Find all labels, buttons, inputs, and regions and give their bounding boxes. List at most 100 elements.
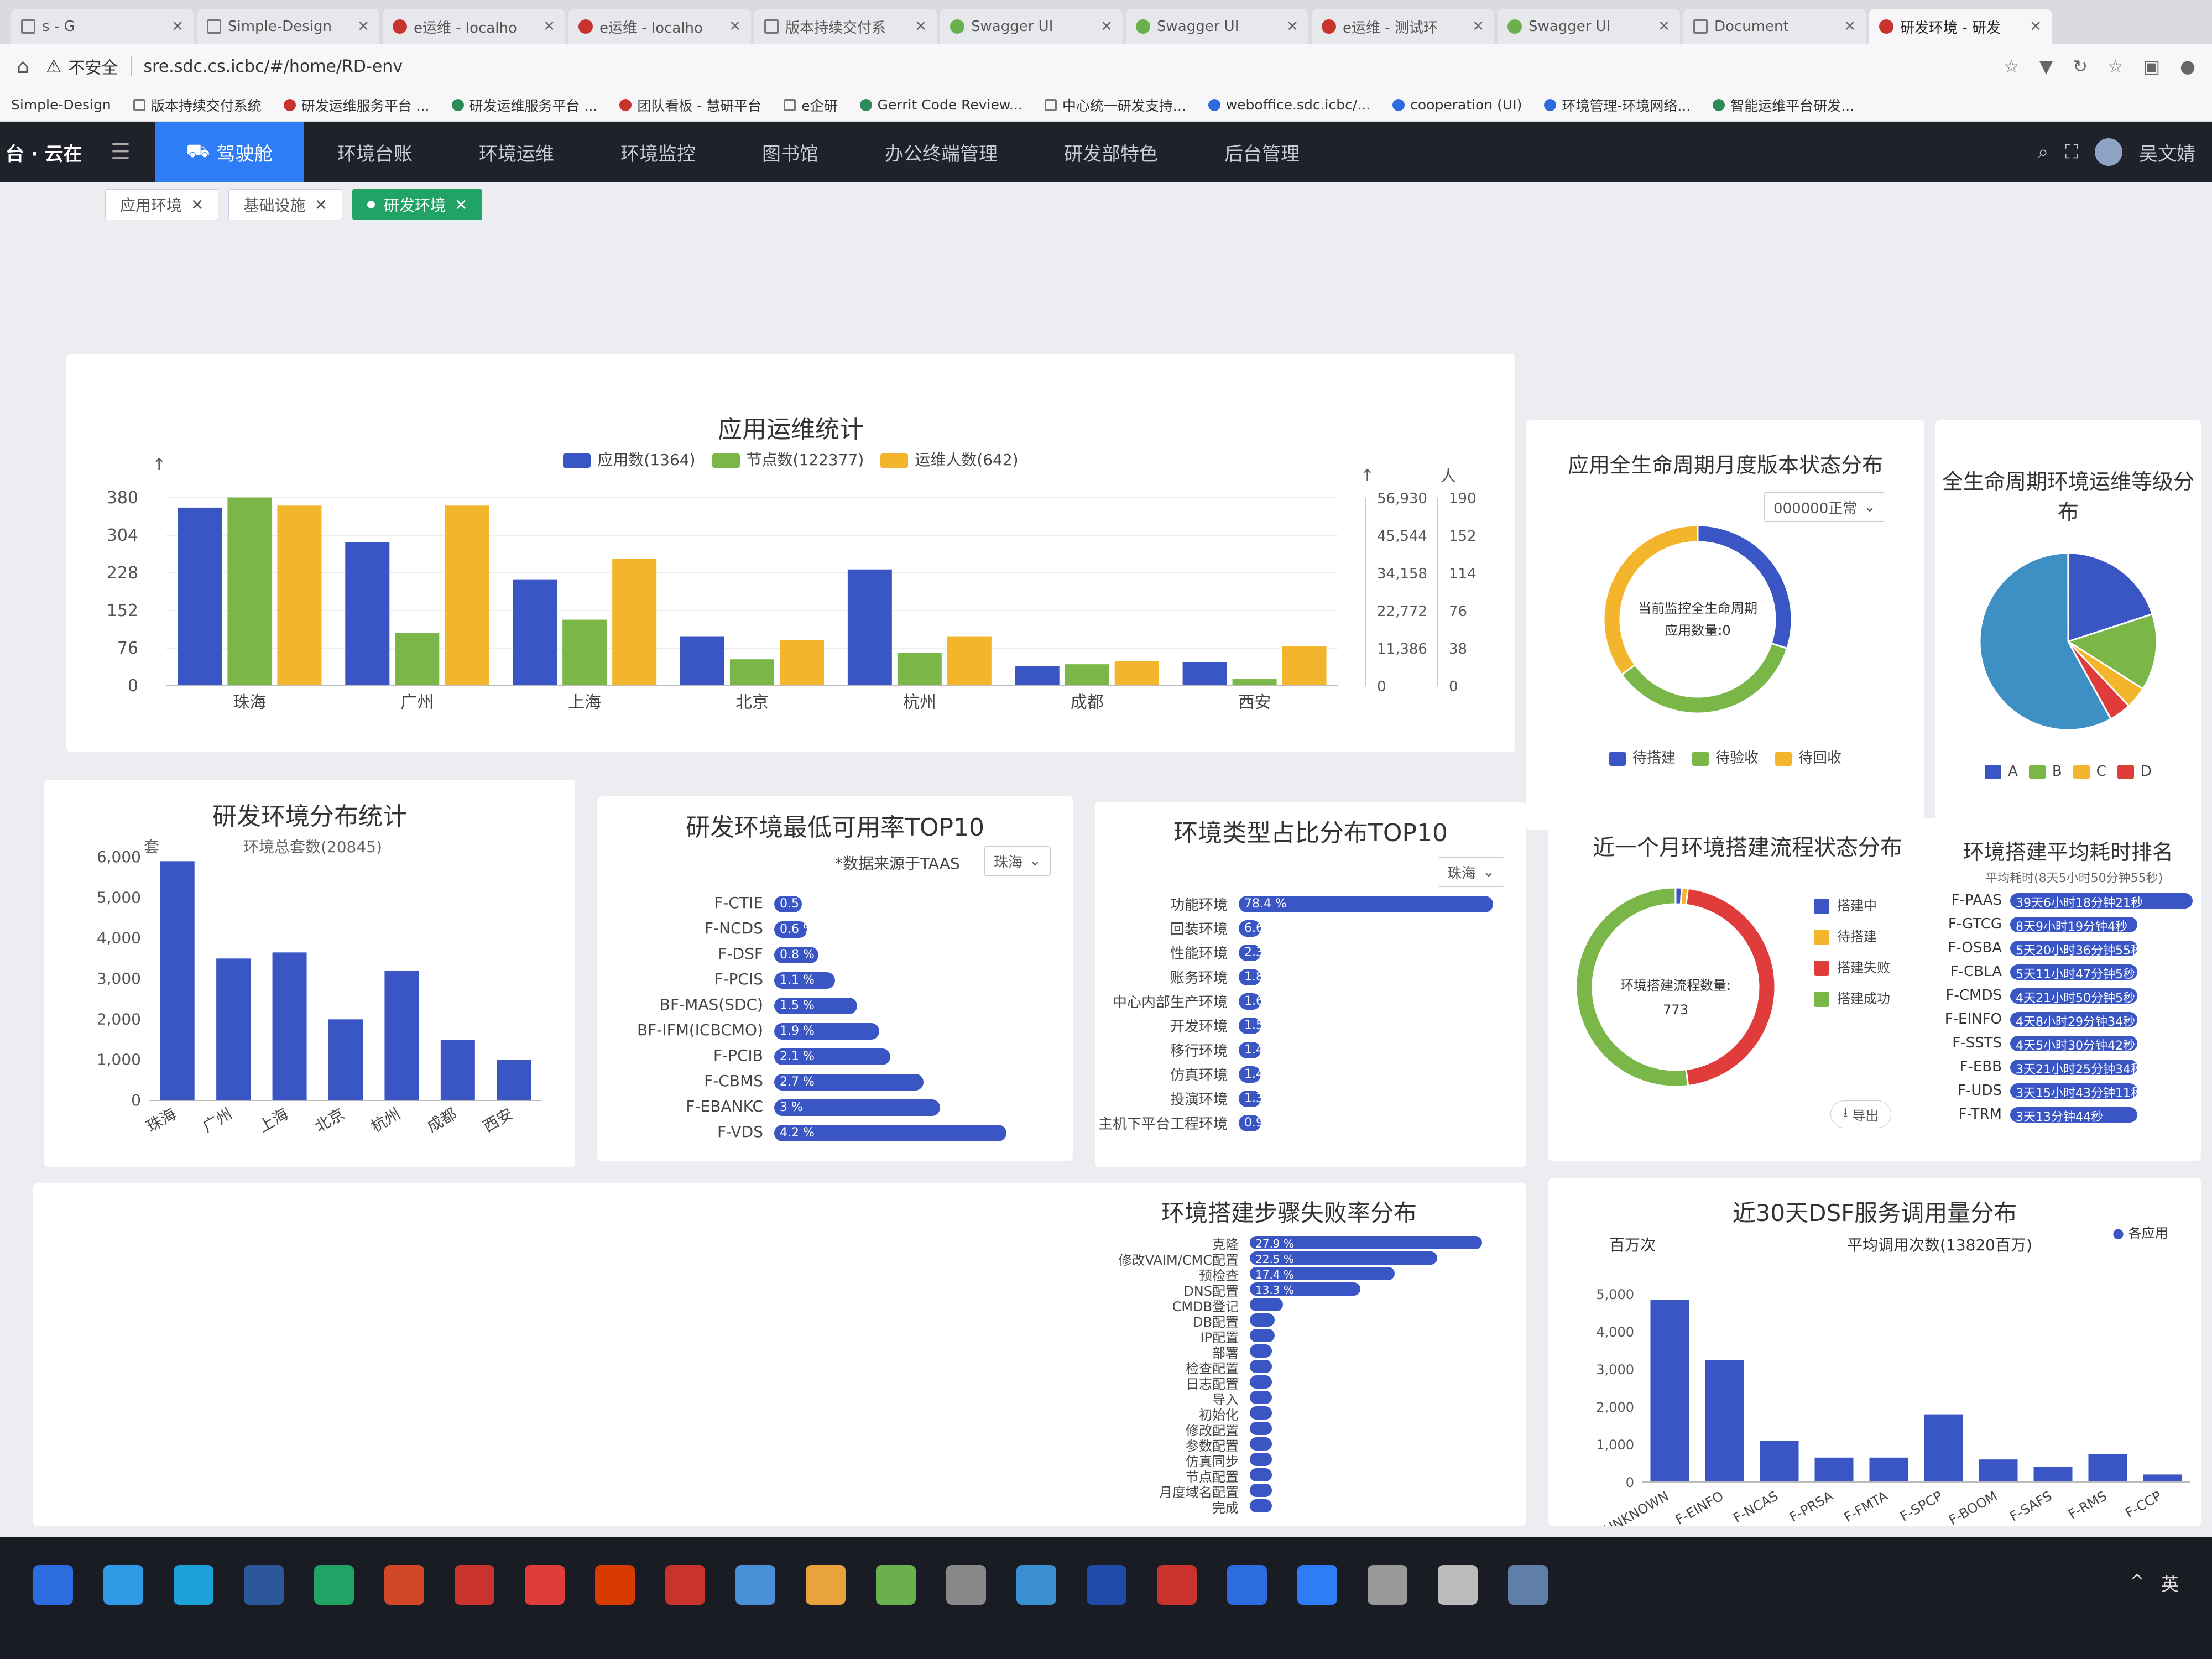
bookmark-item[interactable]: 研发运维服务平台 ... [283, 95, 430, 115]
taskbar-app-icon[interactable] [1087, 1565, 1126, 1605]
legend-item[interactable]: C [2073, 763, 2106, 780]
bar[interactable] [272, 952, 307, 1100]
taskbar-app-icon[interactable] [1368, 1565, 1407, 1605]
bar[interactable] [345, 542, 390, 686]
taskbar-app-icon[interactable] [946, 1565, 986, 1605]
bookmark-item[interactable]: 研发运维服务平台 ... [451, 95, 597, 115]
availability-select[interactable]: 珠海 ⌄ [984, 846, 1051, 876]
bar[interactable] [1250, 1329, 1275, 1342]
rank-bar[interactable]: 3天15小时43分钟11秒 [2010, 1083, 2137, 1099]
bar[interactable] [1250, 1422, 1272, 1435]
bar[interactable] [178, 507, 222, 686]
taskbar-app-icon[interactable] [384, 1565, 424, 1605]
bar[interactable] [1814, 1457, 1854, 1482]
taskbar-app-icon[interactable] [455, 1565, 494, 1605]
env-type-select[interactable]: 珠海 ⌄ [1438, 857, 1504, 887]
bar[interactable] [1705, 1360, 1744, 1482]
bar[interactable] [1250, 1406, 1272, 1420]
page-tab[interactable]: 应用环境 ✕ [105, 189, 219, 220]
home-icon[interactable]: ⌂ [17, 55, 29, 78]
taskbar-app-icon[interactable] [314, 1565, 354, 1605]
avatar[interactable] [2095, 138, 2122, 166]
bookmark-item[interactable]: e企研 [784, 95, 838, 115]
nav-cockpit[interactable]: ⛟ 驾驶舱 [155, 122, 304, 182]
bar[interactable] [1065, 664, 1109, 686]
pie-slice[interactable] [1620, 642, 1788, 714]
bar[interactable] [2088, 1454, 2127, 1482]
bar[interactable] [847, 569, 892, 686]
taskbar-app-icon[interactable] [665, 1565, 705, 1605]
bar[interactable] [1250, 1453, 1272, 1466]
bookmark-item[interactable]: cooperation (UI) [1392, 97, 1522, 113]
close-icon[interactable]: ✕ [1472, 18, 1484, 35]
bookmark-item[interactable]: 环境管理-环境网络... [1544, 95, 1691, 115]
rank-bar[interactable]: 3天21小时25分钟34秒 [2010, 1060, 2137, 1075]
rank-bar[interactable]: 5天20小时36分钟55秒 [2010, 941, 2137, 956]
bar[interactable] [947, 636, 992, 686]
bar[interactable] [1250, 1344, 1272, 1358]
bar[interactable] [1650, 1300, 1689, 1482]
rank-bar[interactable]: 4天5小时30分钟42秒 [2010, 1036, 2137, 1051]
legend-item[interactable]: 待回收 [1775, 747, 1841, 767]
rank-bar[interactable]: 3天13分钟44秒 [2010, 1107, 2137, 1123]
browser-tab[interactable]: Swagger UI ✕ [1498, 9, 1680, 44]
close-icon[interactable]: ✕ [315, 196, 327, 214]
bar[interactable] [440, 1040, 475, 1100]
bar[interactable] [1250, 1375, 1272, 1389]
bar[interactable] [612, 559, 657, 686]
bar[interactable] [1250, 1313, 1275, 1327]
top-menu-item[interactable]: 后台管理 [1191, 139, 1333, 166]
bar[interactable] [2143, 1474, 2182, 1482]
taskbar-app-icon[interactable] [595, 1565, 635, 1605]
rank-bar[interactable]: 4天21小时50分钟5秒 [2010, 988, 2137, 1004]
legend-item[interactable]: A [1985, 763, 2018, 780]
legend-item[interactable]: B [2028, 763, 2062, 780]
close-icon[interactable]: ✕ [1658, 18, 1670, 35]
bar[interactable] [1250, 1499, 1272, 1512]
bookmark-item[interactable]: weboffice.sdc.icbc/... [1208, 97, 1370, 113]
browser-tab[interactable]: Swagger UI ✕ [940, 9, 1123, 44]
bookmark-star-icon[interactable]: ☆ [2004, 56, 2020, 77]
bar[interactable] [2033, 1467, 2073, 1482]
bar[interactable] [897, 653, 942, 686]
top-menu-item[interactable]: 研发部特色 [1031, 139, 1191, 166]
legend-item[interactable]: D [2117, 763, 2152, 780]
legend-item[interactable]: 搭建成功 [1814, 983, 1890, 1014]
bar[interactable] [1114, 661, 1159, 686]
close-icon[interactable]: ✕ [455, 196, 467, 214]
close-icon[interactable]: ✕ [1844, 18, 1856, 35]
rank-bar[interactable]: 39天6小时18分钟21秒 [2010, 893, 2193, 909]
taskbar-app-icon[interactable] [174, 1565, 213, 1605]
bar[interactable] [277, 505, 322, 686]
browser-tab[interactable]: Swagger UI ✕ [1126, 9, 1308, 44]
bar[interactable] [1232, 679, 1277, 686]
bookmark-item[interactable]: 团队看板 - 慧研平台 [619, 95, 761, 115]
taskbar-app-icon[interactable] [806, 1565, 846, 1605]
bar[interactable] [395, 633, 440, 686]
close-icon[interactable]: ✕ [1100, 18, 1113, 35]
close-icon[interactable]: ✕ [729, 18, 741, 35]
bookmark-item[interactable]: Simple-Design [11, 97, 111, 113]
close-icon[interactable]: ✕ [171, 18, 184, 35]
bar[interactable] [1015, 666, 1060, 686]
page-tab[interactable]: 研发环境 ✕ [352, 189, 483, 220]
bar[interactable] [160, 861, 195, 1100]
bar[interactable] [780, 640, 824, 686]
top-menu-item[interactable]: 环境台账 [304, 139, 446, 166]
close-icon[interactable]: ✕ [543, 18, 555, 35]
page-tab[interactable]: 基础设施 ✕ [228, 189, 342, 220]
bar[interactable] [227, 497, 272, 686]
taskbar-app-icon[interactable] [103, 1565, 143, 1605]
top-menu-item[interactable]: 图书馆 [729, 139, 852, 166]
browser-tab[interactable]: e运维 - localho ✕ [568, 9, 751, 44]
browser-tab[interactable]: 版本持续交付系 ✕ [754, 9, 937, 44]
legend-item[interactable]: 待搭建 [1814, 921, 1890, 952]
legend-item[interactable]: 搭建中 [1814, 890, 1890, 921]
bar[interactable] [1250, 1298, 1284, 1311]
bookmark-item[interactable]: Gerrit Code Review... [859, 97, 1022, 113]
taskbar-app-icon[interactable] [1227, 1565, 1267, 1605]
taskbar-app-icon[interactable] [1157, 1565, 1197, 1605]
favorites-icon[interactable]: ☆ [2107, 56, 2124, 77]
close-icon[interactable]: ✕ [357, 18, 369, 35]
close-icon[interactable]: ✕ [2030, 18, 2042, 35]
